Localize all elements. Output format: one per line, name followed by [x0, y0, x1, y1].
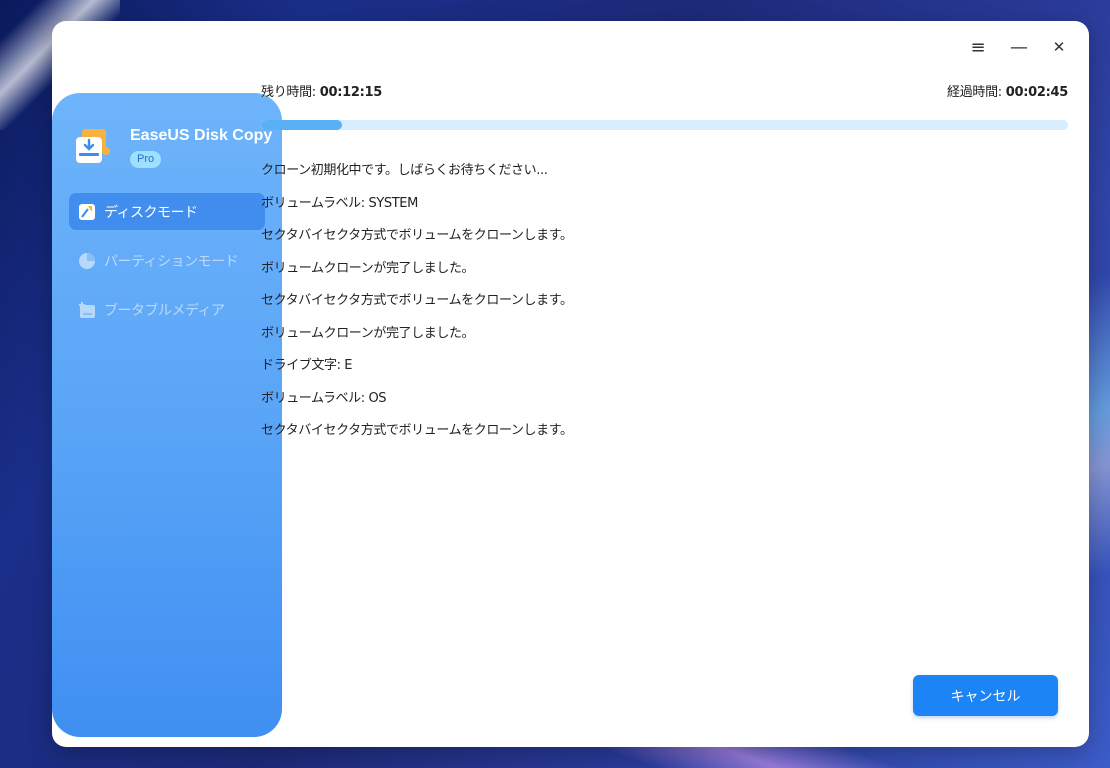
log-line: ドライブ文字: E [261, 358, 353, 373]
log-line: セクタバイセクタ方式でボリュームをクローンします。 [261, 293, 573, 308]
elapsed-time: 経過時間: 00:02:45 [947, 81, 1068, 100]
log-line: セクタバイセクタ方式でボリュームをクローンします。 [261, 228, 573, 243]
elapsed-time-value: 00:02:45 [1005, 85, 1069, 100]
pro-badge: Pro [130, 151, 162, 168]
menu-icon[interactable]: ≡ [965, 35, 991, 59]
log-line: ボリュームラベル: SYSTEM [261, 195, 418, 211]
log-line: クローン初期化中です。しばらくお待ちください... [261, 163, 548, 178]
remaining-time-label: 残り時間: [261, 85, 320, 100]
sidebar: EaseUS Disk Copy Pro ディスクモード パーティションモード … [52, 93, 282, 737]
elapsed-time-label: 経過時間: [947, 85, 1006, 100]
sidebar-item-label: パーティションモード [104, 253, 239, 270]
app-title: EaseUS Disk Copy [130, 127, 273, 144]
remaining-time: 残り時間: 00:12:15 [261, 81, 382, 100]
progress-bar-fill [261, 120, 342, 130]
app-logo-icon [76, 127, 112, 165]
log-line: ボリュームクローンが完了しました。 [261, 325, 475, 341]
cancel-button[interactable]: キャンセル [913, 675, 1058, 716]
disk-mode-icon [78, 203, 96, 221]
sidebar-item-label: ブータブルメディア [104, 302, 225, 319]
brand: EaseUS Disk Copy Pro [76, 125, 272, 168]
minimize-icon[interactable]: — [1006, 35, 1032, 59]
partition-pie-icon [78, 252, 96, 270]
sidebar-item-partition-mode[interactable]: パーティションモード [69, 242, 265, 279]
app-window: ≡ — ✕ EaseUS Disk Copy Pro ディスクモード パーティシ… [52, 21, 1089, 747]
sidebar-item-disk-mode[interactable]: ディスクモード [69, 193, 265, 230]
sidebar-item-bootable-media[interactable]: ブータブルメディア [69, 291, 265, 328]
bootable-media-icon [78, 301, 96, 319]
log-line: ボリュームクローンが完了しました。 [261, 260, 475, 276]
log-line: ボリュームラベル: OS [261, 390, 387, 406]
sidebar-item-label: ディスクモード [104, 204, 198, 221]
log-line: セクタバイセクタ方式でボリュームをクローンします。 [261, 423, 573, 438]
progress-bar [261, 120, 1068, 130]
log-panel: クローン初期化中です。しばらくお待ちください... ボリュームラベル: SYST… [261, 161, 1041, 454]
close-icon[interactable]: ✕ [1046, 35, 1072, 59]
remaining-time-value: 00:12:15 [319, 85, 383, 100]
